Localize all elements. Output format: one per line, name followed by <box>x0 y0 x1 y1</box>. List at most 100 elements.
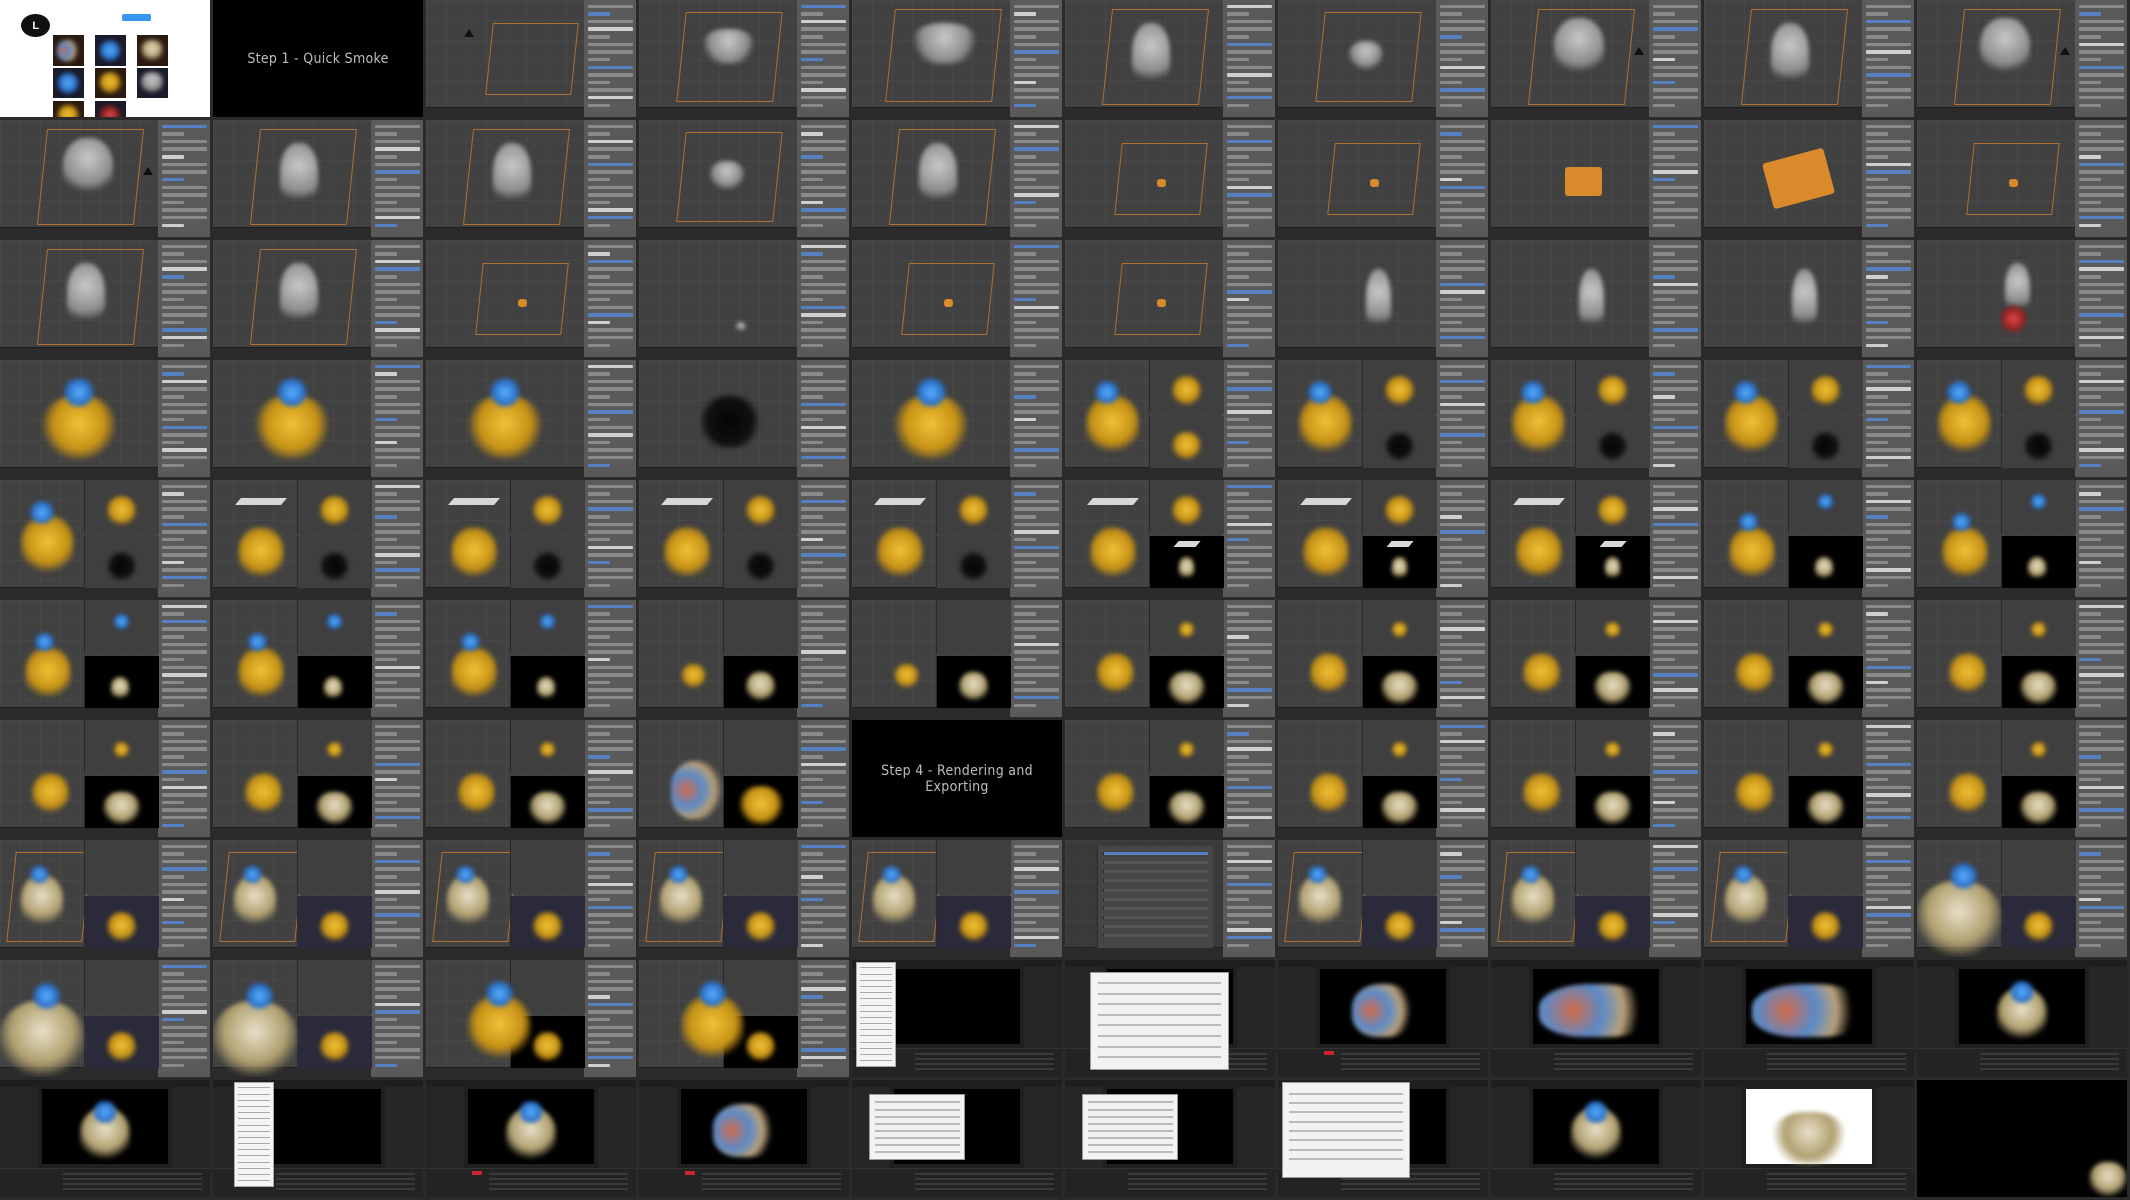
properties-panel <box>2074 120 2127 237</box>
cream-smoke <box>2027 556 2047 580</box>
property-row <box>1439 688 1485 692</box>
timeline-layer <box>63 1173 202 1175</box>
tile-23 <box>426 240 636 357</box>
property-row <box>1865 177 1888 182</box>
property-row <box>1439 568 1485 572</box>
properties-panel <box>370 720 423 837</box>
property-row <box>587 425 633 430</box>
timeline-layer <box>915 1183 1054 1185</box>
black-smoke <box>1598 431 1628 460</box>
yellow-smoke <box>2024 911 2054 943</box>
property-row <box>587 147 633 151</box>
camera-view <box>1575 720 1650 774</box>
property-row <box>1652 905 1698 910</box>
properties-panel <box>1222 0 1275 117</box>
dialog-row <box>874 1129 960 1132</box>
property-row <box>374 313 420 317</box>
property-row <box>1652 275 1675 279</box>
light-plane <box>1087 497 1140 505</box>
property-row <box>1013 537 1036 542</box>
property-row <box>161 410 207 414</box>
property-row <box>1865 155 1888 159</box>
property-row <box>1226 688 1272 692</box>
property-row <box>1013 499 1059 504</box>
render-marker <box>472 1171 483 1176</box>
property-row <box>2078 387 2124 391</box>
file-row <box>1289 1092 1403 1095</box>
property-row <box>1439 815 1485 820</box>
property-row <box>1865 132 1888 136</box>
black-smoke <box>697 395 761 448</box>
tile-68 <box>1491 720 1701 837</box>
property-row <box>1226 499 1272 504</box>
tile-42 <box>213 480 423 597</box>
property-row <box>1013 170 1059 174</box>
cream-smoke <box>1381 671 1419 706</box>
camera-view <box>2001 360 2076 414</box>
grey-smoke <box>493 143 531 208</box>
timeline-layer <box>915 1063 1054 1065</box>
property-row <box>1439 583 1462 588</box>
property-row <box>1439 635 1462 639</box>
property-row <box>2078 568 2124 572</box>
properties-panel <box>1222 120 1275 237</box>
property-row <box>1226 387 1272 391</box>
property-row <box>1226 379 1272 384</box>
property-row <box>800 147 846 151</box>
dialog-row <box>1087 1143 1173 1146</box>
tile-18 <box>1491 120 1701 237</box>
yellow-smoke <box>1385 496 1415 526</box>
tile-35 <box>852 360 1062 477</box>
property-row <box>1652 859 1698 864</box>
property-row <box>1652 920 1675 925</box>
black-smoke <box>959 551 989 580</box>
property-row <box>2078 433 2124 437</box>
blue-smoke <box>484 981 515 1007</box>
dialog-row <box>1087 1108 1173 1111</box>
property-row <box>1013 73 1059 77</box>
yellow-smoke <box>1948 652 1987 694</box>
render-view <box>1149 536 1224 588</box>
property-row <box>1013 19 1059 24</box>
property-row <box>1226 448 1272 452</box>
effects-panel <box>1876 967 1914 1048</box>
property-row <box>374 507 420 511</box>
property-row <box>587 913 633 917</box>
property-row <box>1226 604 1272 609</box>
property-row <box>374 448 420 452</box>
property-row <box>374 979 420 984</box>
blue-smoke <box>455 865 477 884</box>
property-row <box>2078 162 2124 167</box>
property-row <box>374 800 397 805</box>
tile-15 <box>852 120 1062 237</box>
yellow-smoke <box>1522 772 1561 814</box>
property-row <box>2078 12 2101 16</box>
property-row <box>587 657 610 662</box>
camera-view <box>723 840 798 894</box>
tile-49 <box>1704 480 1914 597</box>
property-row <box>1013 905 1059 910</box>
property-row <box>587 920 610 925</box>
property-row <box>2078 372 2101 376</box>
property-row <box>161 484 207 489</box>
yellow-smoke <box>2031 621 2047 638</box>
property-row <box>1013 440 1036 445</box>
property-row <box>374 223 397 228</box>
property-row <box>161 987 207 991</box>
property-row <box>161 793 207 797</box>
menu-item <box>860 1016 892 1018</box>
property-row <box>1652 739 1698 744</box>
property-row <box>2078 320 2101 325</box>
timeline-layer <box>1980 1063 2119 1065</box>
yellow-smoke <box>21 515 74 574</box>
property-row <box>2078 343 2101 348</box>
tile-3 <box>426 0 636 117</box>
property-row <box>1226 19 1272 24</box>
post-thumbnail <box>52 35 84 66</box>
yellow-smoke <box>1522 652 1561 694</box>
property-row <box>161 928 207 932</box>
property-row <box>1226 42 1272 47</box>
property-row <box>374 905 420 910</box>
property-row <box>1865 770 1911 774</box>
dialog-row <box>1098 982 1221 985</box>
